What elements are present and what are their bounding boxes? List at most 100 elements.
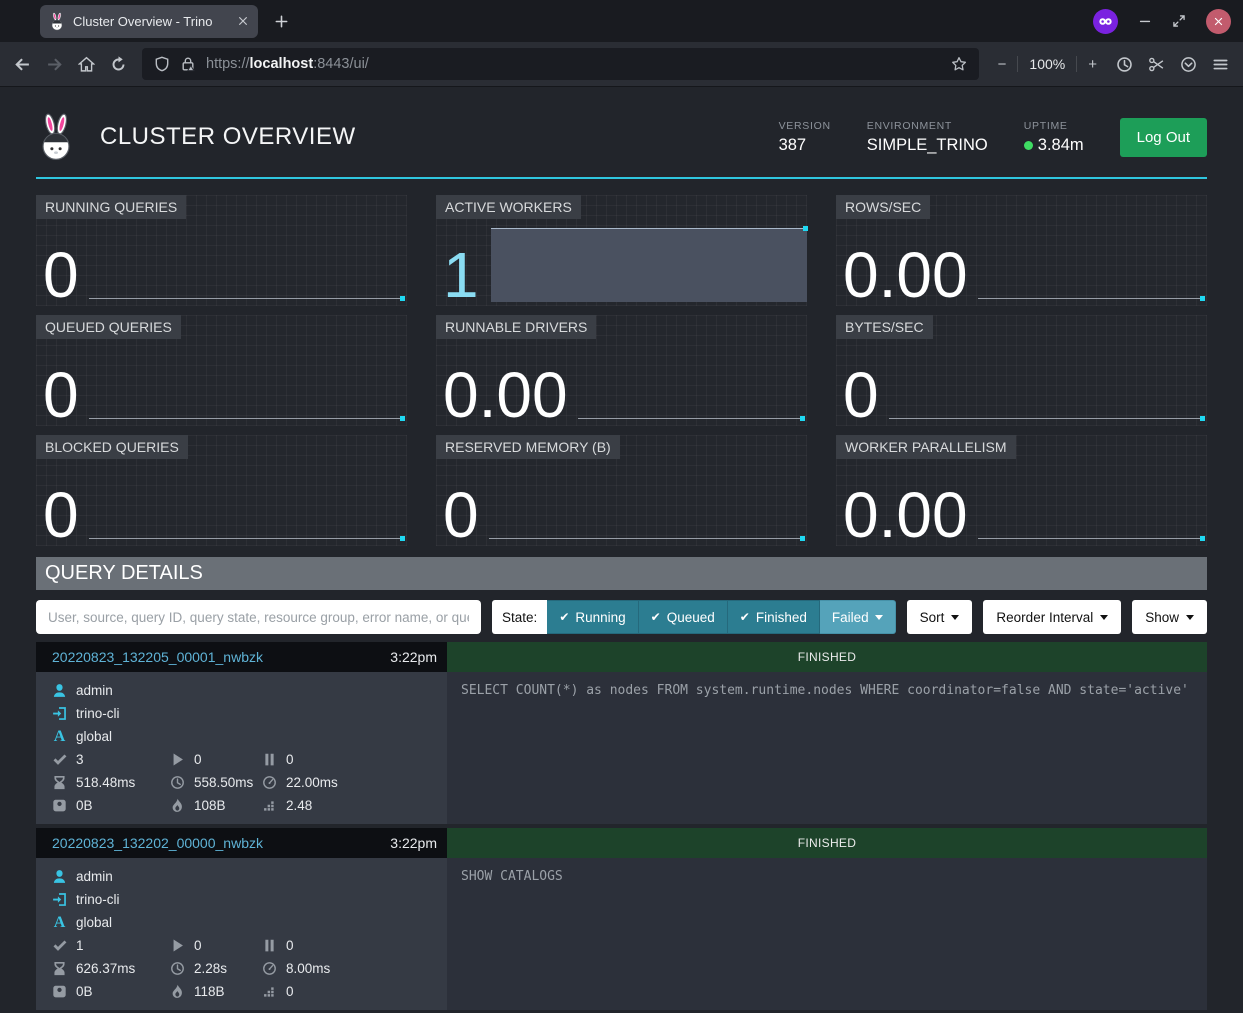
state-finished-button[interactable]: ✔Finished <box>728 600 820 634</box>
query-rate: 2.48 <box>286 798 312 813</box>
window-close-icon[interactable] <box>1206 9 1231 34</box>
tile-label: ACTIVE WORKERS <box>436 195 581 219</box>
refresh-icon[interactable] <box>110 56 127 73</box>
uptime-label: UPTIME <box>1024 120 1084 132</box>
sign-in-icon <box>52 892 67 907</box>
browser-tab-bar: Cluster Overview - Trino <box>0 0 1243 42</box>
back-icon[interactable] <box>14 56 31 73</box>
caret-down-icon <box>875 615 883 620</box>
query-id-link[interactable]: 20220823_132205_00001_nwbzk <box>52 649 390 665</box>
query-details-header: QUERY DETAILS <box>36 557 1207 590</box>
history-clock-icon[interactable] <box>1116 56 1133 73</box>
completed-splits: 3 <box>76 752 84 767</box>
url-host: localhost <box>250 56 314 72</box>
pocket-icon[interactable] <box>1180 56 1197 73</box>
user-icon <box>52 683 67 698</box>
extension-mask-icon[interactable] <box>1093 9 1118 34</box>
uptime-status-dot <box>1024 141 1033 150</box>
forward-icon[interactable] <box>46 56 63 73</box>
logout-button[interactable]: Log Out <box>1120 118 1207 157</box>
new-tab-icon[interactable] <box>274 14 289 29</box>
sparkline-dot <box>800 536 805 541</box>
show-dropdown[interactable]: Show <box>1132 600 1207 634</box>
tile-value: 1 <box>443 245 479 306</box>
cumulative-memory: 118B <box>194 984 225 999</box>
user-icon <box>52 869 67 884</box>
page-title: CLUSTER OVERVIEW <box>100 123 356 151</box>
clock-icon <box>170 775 185 790</box>
query-card-header: 20220823_132202_00000_nwbzk 3:22pm FINIS… <box>36 828 1207 858</box>
app-header: CLUSTER OVERVIEW VERSION 387 ENVIRONMENT… <box>36 87 1207 179</box>
tile-label: WORKER PARALLELISM <box>836 435 1016 459</box>
caret-down-icon <box>1186 615 1194 620</box>
url-text[interactable]: https://localhost:8443/ui/ <box>206 56 369 72</box>
wall-time: 626.37ms <box>76 961 135 976</box>
tile-label: BLOCKED QUERIES <box>36 435 188 459</box>
queued-splits: 0 <box>286 938 294 953</box>
url-scheme: https:// <box>206 56 250 72</box>
sparkline <box>578 418 804 419</box>
environment-value: SIMPLE_TRINO <box>867 136 988 155</box>
bookmark-star-icon[interactable] <box>951 56 967 72</box>
version-metric: VERSION 387 <box>779 120 831 155</box>
trino-favicon <box>49 12 65 31</box>
search-input[interactable] <box>36 600 481 634</box>
tile-value: 0 <box>43 365 79 426</box>
queued-splits: 0 <box>286 752 294 767</box>
tile-value: 0 <box>43 485 79 546</box>
caret-down-icon <box>1100 615 1108 620</box>
running-splits: 0 <box>194 752 202 767</box>
zoom-level[interactable]: 100% <box>1017 56 1077 72</box>
query-rate: 0 <box>286 984 294 999</box>
tile-label: RUNNABLE DRIVERS <box>436 315 596 339</box>
play-icon <box>170 752 185 767</box>
browser-tab[interactable]: Cluster Overview - Trino <box>40 5 258 38</box>
sparkline-dot <box>1200 536 1205 541</box>
restore-window-icon[interactable] <box>1172 14 1186 28</box>
query-resource-group: global <box>76 915 112 930</box>
home-icon[interactable] <box>78 56 95 73</box>
sort-dropdown[interactable]: Sort <box>907 600 973 634</box>
query-source: trino-cli <box>76 892 120 907</box>
total-time: 2.28s <box>194 961 227 976</box>
caret-down-icon <box>951 615 959 620</box>
tile-bytes-sec: BYTES/SEC 0 <box>836 315 1207 426</box>
font-icon: A <box>52 915 67 931</box>
zoom-out-icon[interactable]: − <box>994 56 1011 73</box>
state-failed-dropdown[interactable]: Failed <box>820 600 896 634</box>
reorder-interval-dropdown[interactable]: Reorder Interval <box>983 600 1121 634</box>
menu-icon[interactable] <box>1212 56 1229 73</box>
sparkline <box>978 538 1204 539</box>
tile-value: 0 <box>443 485 479 546</box>
state-queued-button[interactable]: ✔Queued <box>639 600 728 634</box>
pause-icon <box>262 752 277 767</box>
state-running-button[interactable]: ✔Running <box>547 600 638 634</box>
query-card-body: admin trino-cli Aglobal 3 0 0 518.48ms 5… <box>36 672 1207 824</box>
query-id-link[interactable]: 20220823_132202_00000_nwbzk <box>52 835 390 851</box>
gauge-icon <box>262 961 277 976</box>
tracking-shield-icon[interactable] <box>154 56 170 72</box>
minimize-icon[interactable] <box>1138 14 1152 28</box>
equalizer-icon <box>262 984 277 999</box>
screenshot-scissors-icon[interactable] <box>1148 56 1165 73</box>
tile-label: RUNNING QUERIES <box>36 195 186 219</box>
check-icon: ✔ <box>559 610 569 624</box>
lock-warning-icon[interactable] <box>180 56 196 72</box>
font-icon: A <box>52 729 67 745</box>
window-controls <box>1093 9 1243 34</box>
running-splits: 0 <box>194 938 202 953</box>
tile-label: BYTES/SEC <box>836 315 933 339</box>
sparkline <box>89 418 404 419</box>
tile-label: RESERVED MEMORY (B) <box>436 435 620 459</box>
environment-metric: ENVIRONMENT SIMPLE_TRINO <box>867 120 988 155</box>
sparkline-dot <box>803 226 808 231</box>
tile-value: 0.00 <box>843 485 968 546</box>
tile-rows-sec: ROWS/SEC 0.00 <box>836 195 1207 306</box>
tile-blocked-queries: BLOCKED QUERIES 0 <box>36 435 407 546</box>
play-icon <box>170 938 185 953</box>
zoom-in-icon[interactable]: + <box>1084 56 1101 73</box>
cumulative-memory: 108B <box>194 798 226 813</box>
tab-close-icon[interactable] <box>237 15 249 27</box>
url-bar[interactable]: https://localhost:8443/ui/ <box>142 48 979 80</box>
tile-running-queries: RUNNING QUERIES 0 <box>36 195 407 306</box>
